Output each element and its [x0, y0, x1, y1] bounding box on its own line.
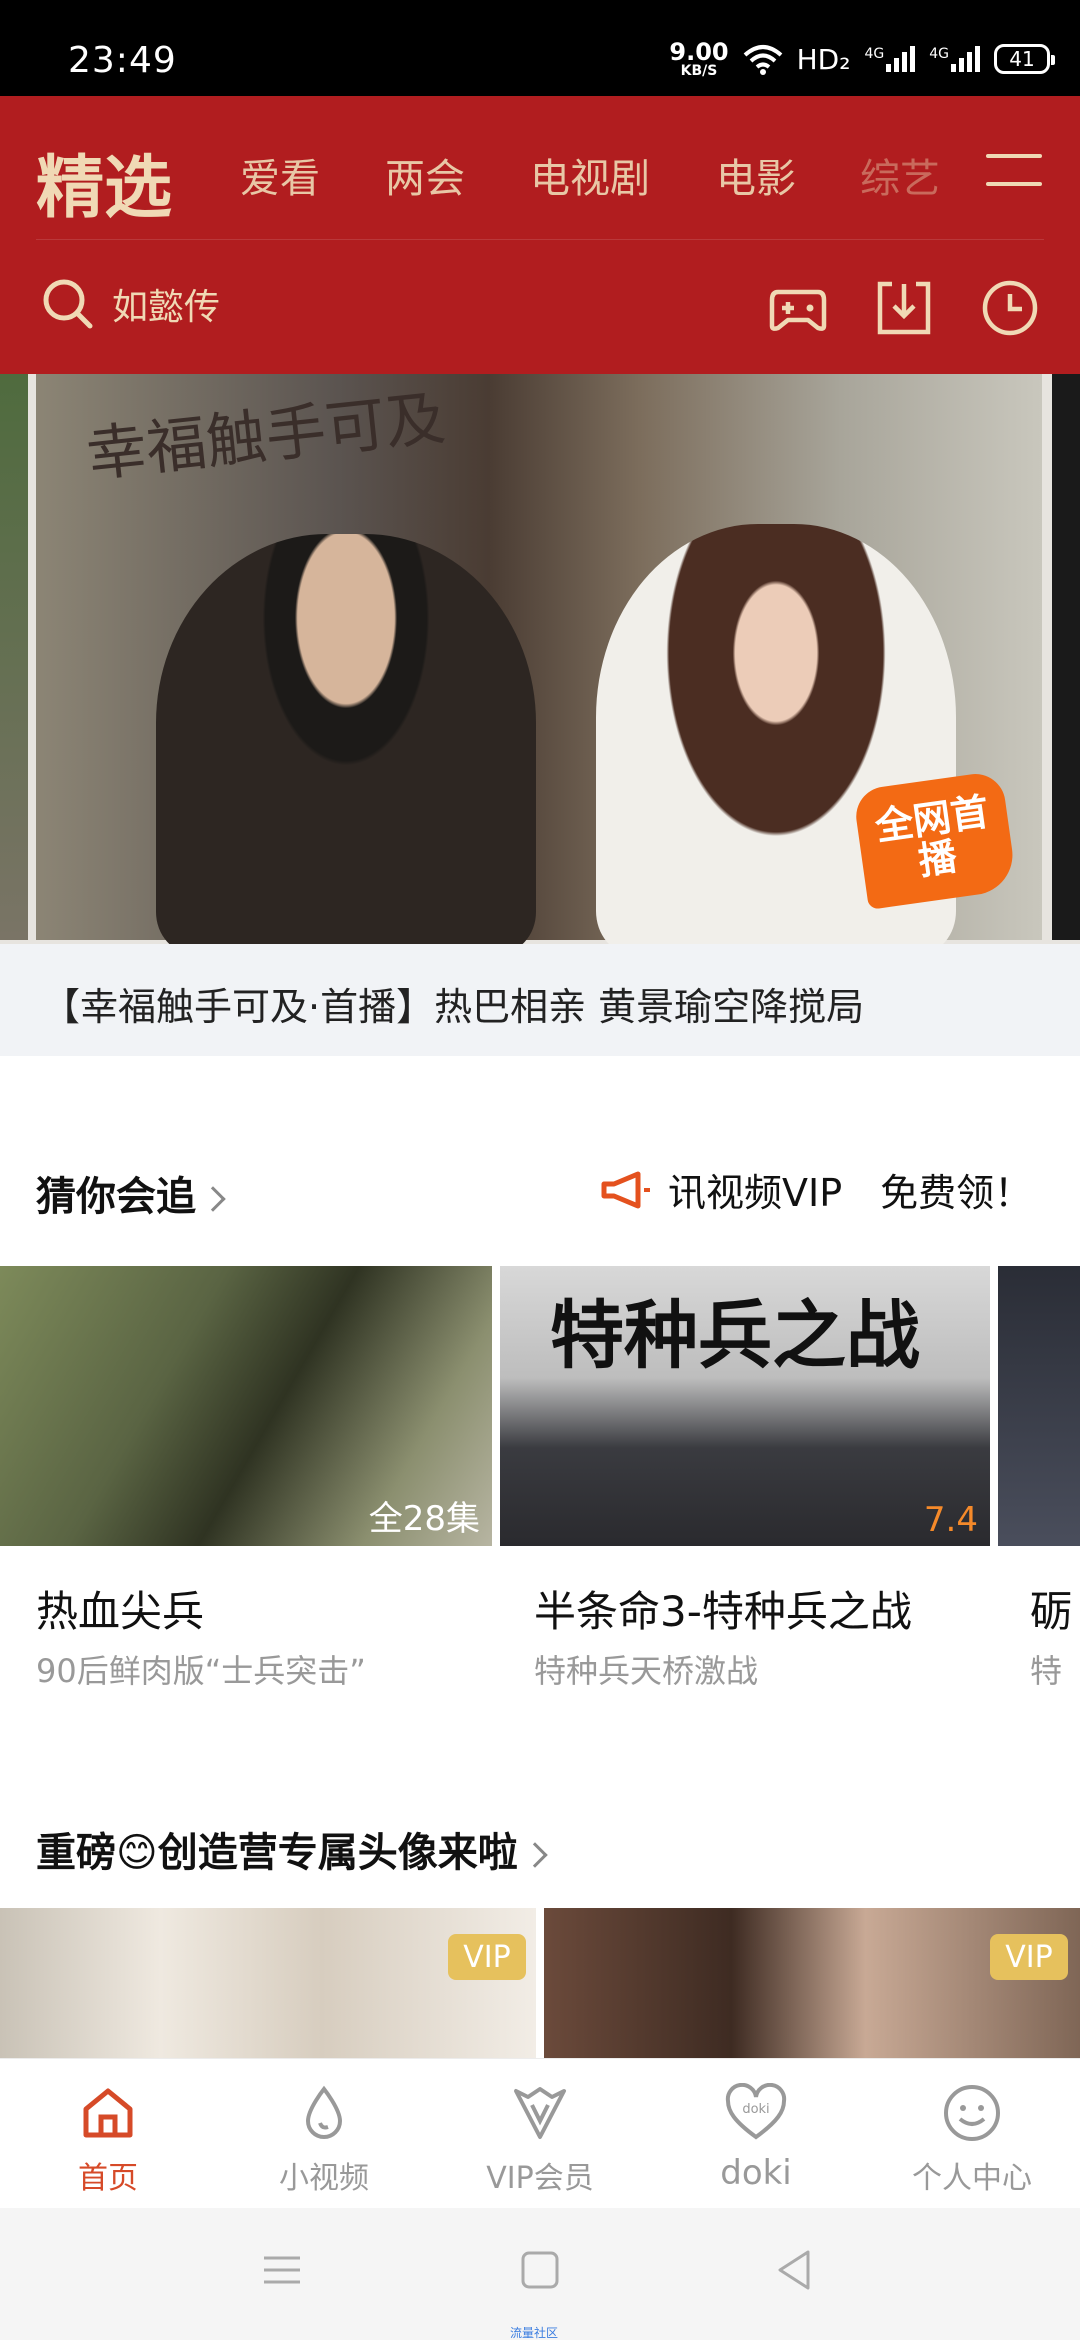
tab-doki[interactable]: doki doki: [666, 2083, 846, 2193]
chevron-right-icon: [521, 1842, 548, 1868]
avatar-card[interactable]: VIP: [0, 1908, 536, 2058]
recent-apps-icon[interactable]: [262, 2250, 302, 2290]
tab-label: 首页: [78, 2161, 138, 2196]
vip-promo-ticker[interactable]: 讯视频VIP 免费领！: [600, 1162, 1032, 1217]
download-icon[interactable]: [874, 278, 934, 338]
banner-carousel[interactable]: 幸福触手可及 全网首播: [0, 374, 1080, 944]
card-title[interactable]: 热血尖兵: [36, 1578, 204, 1639]
section-avatar-title[interactable]: 重磅😊创造营专属头像来啦: [36, 1820, 548, 1878]
vip-badge: VIP: [990, 1934, 1068, 1980]
bottom-tab-bar: 首页 小视频 VIP会员 doki doki 个人中心: [0, 2058, 1080, 2208]
tab-featured[interactable]: 精选: [36, 132, 172, 231]
history-clock-icon[interactable]: [980, 278, 1040, 338]
tab-movies[interactable]: 电影: [716, 146, 796, 204]
back-icon[interactable]: [774, 2248, 814, 2292]
search-placeholder: 如懿传: [112, 287, 221, 328]
section-avatar-title-text: 重磅😊创造营专属头像来啦: [36, 1830, 518, 1876]
signal-4g-label: 4G: [864, 46, 885, 62]
vip-promo-text: 讯视频VIP 免费领！: [668, 1171, 1033, 1215]
card-poster-tezhongbing[interactable]: 特种兵之战 7.4: [500, 1266, 990, 1546]
banner-title-art: 幸福触手可及: [83, 383, 449, 491]
tab-short-video[interactable]: 小视频: [234, 2083, 414, 2197]
banner-next-peek[interactable]: [1052, 374, 1080, 940]
tab-label: VIP会员: [486, 2161, 594, 2196]
nav-label: 流量社区: [510, 2326, 559, 2340]
smiley-icon: [944, 2085, 1000, 2141]
tab-tv-series[interactable]: 电视剧: [530, 146, 650, 204]
tab-label: 小视频: [279, 2161, 369, 2196]
signal-4g-label: 4G: [929, 46, 949, 62]
doki-heart-icon: doki: [725, 2083, 787, 2140]
system-nav-bar: 流量社区: [0, 2208, 1080, 2340]
megaphone-icon: [601, 1171, 650, 1208]
card-title[interactable]: 半条命3-特种兵之战: [534, 1578, 912, 1639]
game-controller-icon[interactable]: [768, 278, 828, 338]
tab-profile[interactable]: 个人中心: [882, 2083, 1062, 2197]
vip-icon: [514, 2087, 566, 2139]
card-poster-rexuejianbing[interactable]: 全28集: [0, 1266, 492, 1546]
status-icons: 9.00 KB/S HD₂ 4G 4G 41: [669, 40, 1055, 78]
home-icon: [83, 2088, 133, 2138]
banner-premiere-badge: 全网首播: [852, 770, 1018, 910]
card-subtitle: 特: [1030, 1652, 1063, 1690]
wifi-icon: [743, 45, 782, 75]
signal-4g-2: 4G: [929, 46, 980, 72]
banner-image[interactable]: 幸福触手可及 全网首播: [36, 374, 1042, 944]
card-subtitle: 特种兵天桥激战: [534, 1652, 759, 1690]
rating-tag: 7.4: [923, 1500, 978, 1540]
card-title[interactable]: 砺: [1030, 1578, 1072, 1639]
episode-count-tag: 全28集: [368, 1499, 480, 1539]
banner-caption-text: 【幸福触手可及·首播】热巴相亲 黄景瑜空降搅局: [42, 985, 865, 1029]
tab-vip[interactable]: VIP会员: [450, 2083, 630, 2197]
channel-tabs: 精选 爱看 两会 电视剧 电影 综艺: [0, 96, 1080, 240]
search-bar[interactable]: 如懿传: [40, 276, 220, 332]
tab-home[interactable]: 首页: [18, 2083, 198, 2197]
search-icon: [43, 279, 93, 329]
net-speed-unit: KB/S: [680, 63, 718, 79]
status-time: 23:49: [68, 40, 177, 81]
signal-4g-1: 4G: [864, 46, 916, 72]
card-poster-next[interactable]: [998, 1266, 1080, 1546]
svg-text:doki: doki: [742, 2102, 769, 2117]
tab-lianghui[interactable]: 两会: [385, 146, 465, 204]
section-guess-title[interactable]: 猜你会追: [36, 1164, 226, 1222]
banner-prev-peek[interactable]: [0, 374, 28, 940]
status-bar: 23:49 9.00 KB/S HD₂ 4G 4G 41: [0, 0, 1080, 96]
net-speed-value: 9.00: [669, 38, 729, 66]
search-row: 如懿传: [0, 240, 1080, 374]
recommend-cards: 全28集 特种兵之战 7.4 热血尖兵 90后鲜肉版“士兵突击” 半条命3-特种…: [0, 1266, 1080, 1690]
vip-badge: VIP: [448, 1934, 526, 1980]
signal-bars-icon: [886, 46, 916, 72]
battery-icon: 41: [994, 44, 1055, 74]
section-guess-title-text: 猜你会追: [36, 1174, 196, 1220]
card-subtitle: 90后鲜肉版“士兵突击”: [36, 1652, 366, 1690]
top-header: 精选 爱看 两会 电视剧 电影 综艺 如懿传: [0, 96, 1080, 374]
section-guess-header: 猜你会追 讯视频VIP 免费领！: [0, 1150, 1080, 1230]
tab-aikan[interactable]: 爱看: [240, 146, 320, 204]
avatar-card[interactable]: VIP: [544, 1908, 1080, 2058]
hd-indicator: HD₂: [796, 42, 851, 76]
banner-caption[interactable]: 【幸福触手可及·首播】热巴相亲 黄景瑜空降搅局: [0, 944, 1080, 1056]
avatar-cards: VIP VIP: [0, 1908, 1080, 2058]
tab-label: 个人中心: [912, 2161, 1032, 2196]
chevron-right-icon: [200, 1186, 226, 1212]
tab-label: doki: [720, 2153, 792, 2193]
tab-variety[interactable]: 综艺: [860, 146, 940, 204]
menu-icon[interactable]: [986, 148, 1042, 192]
poster-title-art: 特种兵之战: [550, 1293, 920, 1379]
section-avatar-header: 重磅😊创造营专属头像来啦: [0, 1820, 1080, 1880]
net-speed: 9.00 KB/S: [669, 40, 728, 78]
droplet-icon: [305, 2085, 343, 2139]
signal-bars-icon: [951, 46, 980, 72]
home-button-icon[interactable]: [520, 2250, 560, 2290]
banner-person-male: [156, 534, 536, 944]
